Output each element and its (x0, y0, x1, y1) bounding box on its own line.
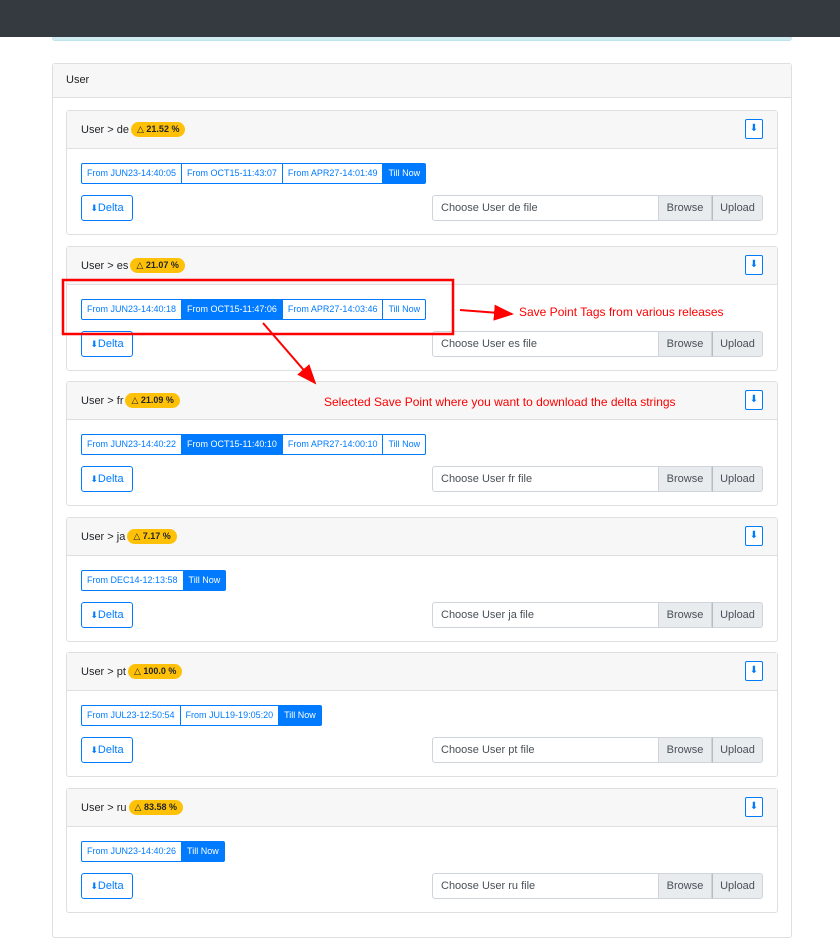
percent-badge: △ 21.07 % (130, 258, 185, 273)
save-point-tag[interactable]: From APR27-14:00:10 (281, 434, 384, 455)
upload-button[interactable]: Upload (712, 873, 763, 899)
save-point-tags: From JUN23-14:40:18 From OCT15-11:47:06 Fr… (81, 299, 427, 320)
download-icon[interactable]: ⬇ (745, 661, 763, 681)
delta-button[interactable]: ⬇Delta (81, 331, 133, 357)
file-upload-group: Choose User ja file Browse Upload (432, 602, 763, 628)
percent-badge: △ 83.58 % (128, 800, 183, 815)
file-input[interactable]: Choose User fr file (432, 466, 659, 492)
file-input[interactable]: Choose User es file (432, 331, 659, 357)
locale-title: User > ja (81, 531, 126, 543)
save-point-tag[interactable]: Till Now (382, 299, 427, 320)
browse-button[interactable]: Browse (659, 737, 712, 763)
download-icon: ⬇ (90, 339, 98, 349)
save-point-tags: From JUN23-14:40:22 From OCT15-11:40:10 Fr… (81, 434, 427, 455)
top-navbar (0, 0, 840, 37)
save-point-tag[interactable]: From OCT15-11:43:07 (181, 163, 283, 184)
browse-button[interactable]: Browse (659, 195, 712, 221)
download-icon[interactable]: ⬇ (745, 255, 763, 275)
locale-header: User > pt △ 100.0 % ⬇ (67, 653, 777, 691)
file-input[interactable]: Choose User ja file (432, 602, 659, 628)
delta-button[interactable]: ⬇Delta (81, 195, 133, 221)
locale-card: User > ja △ 7.17 % ⬇ From DEC14-12:13:58 Til… (66, 517, 778, 642)
locale-header: User > es △ 21.07 % ⬇ (67, 247, 777, 285)
file-upload-group: Choose User es file Browse Upload (432, 331, 763, 357)
file-input[interactable]: Choose User pt file (432, 737, 659, 763)
file-input[interactable]: Choose User ru file (432, 873, 659, 899)
locale-title: User > pt (81, 666, 126, 678)
save-point-tag[interactable]: From JUL19-19:05:20 (179, 705, 280, 726)
file-upload-group: Choose User fr file Browse Upload (432, 466, 763, 492)
percent-badge: △ 7.17 % (127, 529, 177, 544)
browse-button[interactable]: Browse (659, 466, 712, 492)
save-point-tags: From DEC14-12:13:58 Till Now (81, 570, 227, 591)
file-upload-group: Choose User ru file Browse Upload (432, 873, 763, 899)
locale-title: User > es (81, 260, 129, 272)
save-point-tag[interactable]: From APR27-14:01:49 (281, 163, 384, 184)
upload-button[interactable]: Upload (712, 195, 763, 221)
download-icon[interactable]: ⬇ (745, 797, 763, 817)
locale-card: User > ru △ 83.58 % ⬇ From JUN23-14:40:26 Ti… (66, 788, 778, 913)
delta-button[interactable]: ⬇Delta (81, 873, 133, 899)
download-icon[interactable]: ⬇ (745, 526, 763, 546)
download-icon: ⬇ (90, 203, 98, 213)
browse-button[interactable]: Browse (659, 602, 712, 628)
save-point-tag[interactable]: Till Now (382, 163, 427, 184)
delta-button[interactable]: ⬇Delta (81, 737, 133, 763)
percent-badge: △ 21.52 % (131, 122, 186, 137)
save-point-tags: From JUN23-14:40:26 Till Now (81, 841, 225, 862)
annotation-tags-note: Save Point Tags from various releases (519, 305, 724, 319)
download-icon[interactable]: ⬇ (745, 119, 763, 139)
save-point-tag[interactable]: From OCT15-11:47:06 (181, 299, 283, 320)
save-point-tag[interactable]: From JUN23-14:40:26 (81, 841, 183, 862)
delta-button[interactable]: ⬇Delta (81, 602, 133, 628)
annotation-selected-note: Selected Save Point where you want to do… (324, 395, 676, 409)
user-section-card: User User > de △ 21.52 % ⬇ From JUN23-14:40… (52, 63, 792, 938)
save-point-tags: From JUL23-12:50:54 From JUL19-19:05:20 Ti… (81, 705, 322, 726)
browse-button[interactable]: Browse (659, 331, 712, 357)
download-icon: ⬇ (90, 474, 98, 484)
delta-button[interactable]: ⬇Delta (81, 466, 133, 492)
section-title: User (53, 64, 791, 98)
file-upload-group: Choose User pt file Browse Upload (432, 737, 763, 763)
percent-badge: △ 21.09 % (125, 393, 180, 408)
locale-title: User > de (81, 124, 129, 136)
percent-badge: △ 100.0 % (127, 664, 183, 679)
save-point-tag[interactable]: From OCT15-11:40:10 (181, 434, 283, 455)
save-point-tag[interactable]: From JUN23-14:40:22 (81, 434, 183, 455)
save-point-tag[interactable]: Till Now (181, 841, 225, 862)
save-point-tag[interactable]: Till Now (382, 434, 427, 455)
save-point-tag[interactable]: Till Now (182, 570, 227, 591)
alert-strip (52, 37, 792, 41)
save-point-tag[interactable]: From APR27-14:03:46 (281, 299, 384, 320)
upload-button[interactable]: Upload (712, 466, 763, 492)
save-point-tags: From JUN23-14:40:05 From OCT15-11:43:07 Fr… (81, 163, 427, 184)
locale-header: User > de △ 21.52 % ⬇ (67, 111, 777, 149)
save-point-tag[interactable]: From JUL23-12:50:54 (81, 705, 181, 726)
locale-header: User > ja △ 7.17 % ⬇ (67, 518, 777, 556)
download-icon[interactable]: ⬇ (745, 390, 763, 410)
locale-card: User > de △ 21.52 % ⬇ From JUN23-14:40:05 Fr… (66, 110, 778, 235)
save-point-tag[interactable]: Till Now (278, 705, 322, 726)
locale-title: User > fr (81, 395, 124, 407)
locale-header: User > ru △ 83.58 % ⬇ (67, 789, 777, 827)
save-point-tag[interactable]: From JUN23-14:40:05 (81, 163, 183, 184)
file-input[interactable]: Choose User de file (432, 195, 659, 221)
locale-title: User > ru (81, 802, 127, 814)
download-icon: ⬇ (90, 610, 98, 620)
upload-button[interactable]: Upload (712, 737, 763, 763)
save-point-tag[interactable]: From DEC14-12:13:58 (81, 570, 184, 591)
file-upload-group: Choose User de file Browse Upload (432, 195, 763, 221)
locale-card: User > pt △ 100.0 % ⬇ From JUL23-12:50:54 Fr… (66, 652, 778, 777)
save-point-tag[interactable]: From JUN23-14:40:18 (81, 299, 183, 320)
browse-button[interactable]: Browse (659, 873, 712, 899)
upload-button[interactable]: Upload (712, 602, 763, 628)
download-icon: ⬇ (90, 745, 98, 755)
upload-button[interactable]: Upload (712, 331, 763, 357)
download-icon: ⬇ (90, 881, 98, 891)
